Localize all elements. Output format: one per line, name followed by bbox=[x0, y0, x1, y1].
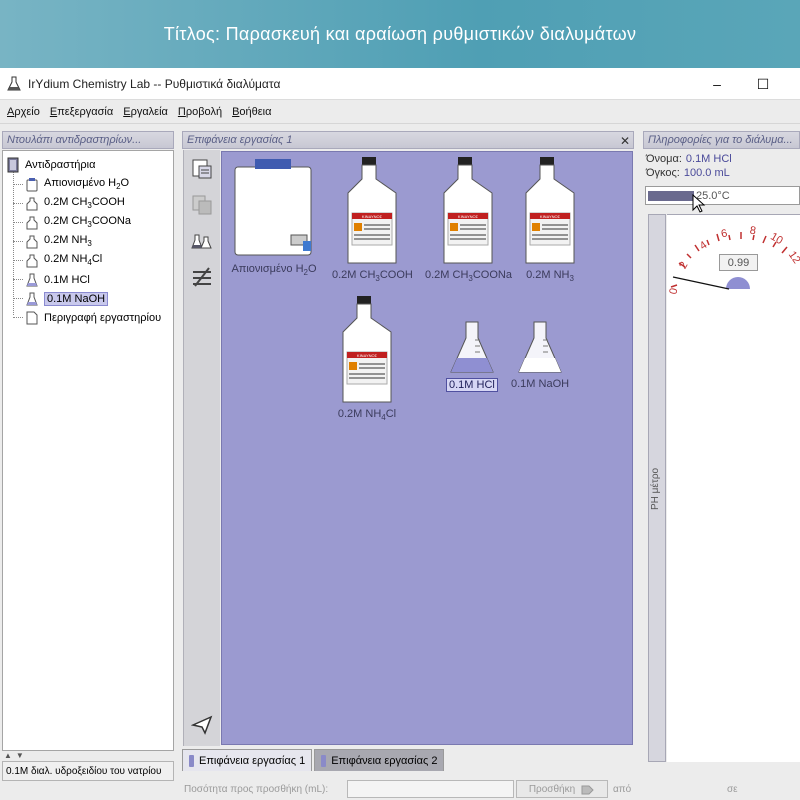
tree-root-label: Αντιδραστήρια bbox=[25, 158, 96, 171]
workbench-canvas[interactable]: Απιονισμένο H2O ΚΙΝΔΥΝΟΣ 0.2M CH3COOH ΚΙ… bbox=[221, 151, 633, 745]
menu-help[interactable]: Βοήθεια bbox=[228, 106, 275, 118]
gauge-tick-12: 12 bbox=[786, 249, 800, 266]
tree-item-water[interactable]: Απιονισμένο H2O bbox=[25, 176, 129, 193]
flask-icon bbox=[25, 234, 39, 250]
gauge-tick-10: 10 bbox=[768, 231, 785, 248]
workbench-item-sodium-acetate[interactable]: ΚΙΝΔΥΝΟΣ 0.2M CH3COONa bbox=[425, 157, 512, 283]
workbench-title: Επιφάνεια εργασίας 1 bbox=[187, 134, 293, 146]
tab-workbench-1[interactable]: Επιφάνεια εργασίας 1 bbox=[182, 749, 313, 771]
ph-value-display: 0.99 bbox=[719, 254, 758, 271]
panel-collapse-arrows[interactable]: ▲▼ bbox=[4, 751, 28, 760]
quantity-label: Ποσότητα προς προσθήκη (mL): bbox=[184, 783, 329, 795]
menu-edit[interactable]: Επεξεργασία bbox=[46, 106, 117, 118]
cabinet-icon bbox=[6, 157, 20, 173]
tab-flask-icon bbox=[189, 754, 194, 767]
copy-tool-icon[interactable] bbox=[190, 193, 214, 217]
flask-icon bbox=[25, 196, 39, 212]
lesson-title: Τίτλος: Παρασκευή και αραίωση ρυθμιστικώ… bbox=[163, 23, 637, 44]
close-workbench-button[interactable]: ✕ bbox=[620, 134, 630, 148]
quantity-input[interactable] bbox=[347, 780, 514, 798]
bottle-label-text: ΚΙΝΔΥΝΟΣ bbox=[540, 214, 561, 219]
document-icon bbox=[25, 310, 39, 326]
menu-bar: Αρχείο Επεξεργασία Εργαλεία Προβολή Βοήθ… bbox=[0, 101, 800, 124]
menu-file[interactable]: Αρχείο bbox=[3, 106, 44, 118]
reagent-bottle-icon: ΚΙΝΔΥΝΟΣ bbox=[347, 157, 397, 264]
erlenmeyer-flask-icon bbox=[518, 321, 562, 373]
workbench-item-acetic-acid[interactable]: ΚΙΝΔΥΝΟΣ 0.2M CH3COOH bbox=[332, 157, 413, 283]
reagent-bottle-icon: ΚΙΝΔΥΝΟΣ bbox=[525, 157, 575, 264]
tree-item-ammonia[interactable]: 0.2M NH3 bbox=[25, 233, 92, 250]
flask-icon bbox=[25, 253, 39, 269]
menu-tools[interactable]: Εργαλεία bbox=[119, 106, 172, 118]
stockroom-title: Ντουλάπι αντιδραστηρίων... bbox=[7, 134, 142, 146]
water-carboy-icon bbox=[234, 159, 312, 256]
from-label: από bbox=[613, 783, 632, 795]
tree-item-sodium-acetate[interactable]: 0.2M CH3COONa bbox=[25, 214, 131, 231]
pour-icon bbox=[581, 785, 594, 795]
tree-item-lab-description[interactable]: Περιγραφή εργαστηρίου bbox=[25, 309, 161, 326]
stockroom-header: Ντουλάπι αντιδραστηρίων... bbox=[2, 131, 174, 149]
lesson-title-banner: Τίτλος: Παρασκευή και αραίωση ρυθμιστικώ… bbox=[0, 0, 800, 68]
reagent-bottle-icon: ΚΙΝΔΥΝΟΣ bbox=[443, 157, 493, 264]
bottle-label-text: ΚΙΝΔΥΝΟΣ bbox=[362, 214, 383, 219]
ph-meter-label: PH μέτρο bbox=[650, 467, 661, 510]
temperature-fill bbox=[648, 190, 694, 201]
tree-item-hcl[interactable]: 0.1M HCl bbox=[25, 271, 90, 288]
tab-flask-icon bbox=[321, 754, 327, 767]
workbench-item-ammonium-chloride[interactable]: ΚΙΝΔΥΝΟΣ 0.2M NH4Cl bbox=[335, 296, 399, 422]
window-title: IrYdium Chemistry Lab -- Ρυθμιστικά διαλ… bbox=[28, 76, 281, 91]
tree-guide bbox=[13, 170, 14, 315]
app-flask-icon bbox=[6, 76, 22, 92]
workbench-header: Επιφάνεια εργασίας 1 bbox=[182, 131, 634, 149]
gauge-tick-2: 2 bbox=[677, 260, 690, 271]
water-jug-icon bbox=[25, 177, 39, 193]
ph-meter-area: 0 2 4 6 8 10 12 bbox=[667, 214, 800, 762]
erlenmeyer-icon bbox=[25, 291, 39, 307]
solution-info-header: Πληροφορίες για το διάλυμα... bbox=[643, 131, 800, 149]
bottle-label-text: ΚΙΝΔΥΝΟΣ bbox=[357, 353, 378, 358]
workbench-item-naoh[interactable]: 0.1M NaOH bbox=[511, 320, 569, 390]
minimize-button[interactable]: – bbox=[694, 68, 740, 100]
menu-view[interactable]: Προβολή bbox=[174, 106, 226, 118]
workbench-item-hcl[interactable]: 0.1M HCl bbox=[446, 320, 498, 392]
workbench-toolstrip bbox=[183, 150, 220, 746]
workbench-tabs: Επιφάνεια εργασίας 1 Επιφάνεια εργασίας … bbox=[182, 749, 446, 771]
solution-volume: Όγκος: 100.0 mL bbox=[646, 167, 730, 179]
mouse-cursor-icon bbox=[692, 194, 706, 213]
solution-name: Όνομα: 0.1M HCl bbox=[646, 153, 732, 165]
settings-tool-icon[interactable] bbox=[190, 265, 214, 289]
workbench-item-water[interactable]: Απιονισμένο H2O bbox=[229, 157, 319, 277]
erlenmeyer-icon bbox=[25, 272, 39, 288]
add-transfer-button[interactable]: Προσθήκη bbox=[516, 780, 608, 798]
tab-workbench-2[interactable]: Επιφάνεια εργασίας 2 bbox=[314, 749, 445, 771]
gauge-tick-8: 8 bbox=[749, 225, 757, 238]
tree-item-naoh[interactable]: 0.1M NaOH bbox=[25, 290, 109, 307]
reagent-bottle-icon: ΚΙΝΔΥΝΟΣ bbox=[342, 296, 392, 403]
gauge-tick-6: 6 bbox=[720, 227, 728, 240]
glassware-tool-icon[interactable] bbox=[190, 230, 214, 254]
solution-info-tool-icon[interactable] bbox=[190, 157, 214, 181]
tree-item-acetic-acid[interactable]: 0.2M CH3COOH bbox=[25, 195, 125, 212]
gauge-needle bbox=[672, 276, 730, 290]
solution-info-title: Πληροφορίες για το διάλυμα... bbox=[648, 134, 793, 146]
gauge-tick-0: 0 bbox=[668, 287, 681, 295]
window-titlebar: IrYdium Chemistry Lab -- Ρυθμιστικά διαλ… bbox=[0, 68, 800, 100]
maximize-button[interactable]: ☐ bbox=[740, 68, 786, 100]
tree-root[interactable]: Αντιδραστήρια bbox=[6, 156, 95, 173]
flask-icon bbox=[25, 215, 39, 231]
airplane-tool-icon[interactable] bbox=[190, 712, 214, 736]
to-label: σε bbox=[727, 783, 738, 795]
tree-item-ammonium-chloride[interactable]: 0.2M NH4Cl bbox=[25, 252, 102, 269]
bottle-label-text: ΚΙΝΔΥΝΟΣ bbox=[458, 214, 479, 219]
selected-reagent-status: 0.1M διαλ. υδροξειδίου του νατρίου bbox=[2, 761, 174, 781]
workbench-item-ammonia[interactable]: ΚΙΝΔΥΝΟΣ 0.2M NH3 bbox=[518, 157, 582, 283]
temperature-slider[interactable]: 25.0°C bbox=[645, 186, 800, 205]
erlenmeyer-flask-icon bbox=[450, 321, 494, 373]
